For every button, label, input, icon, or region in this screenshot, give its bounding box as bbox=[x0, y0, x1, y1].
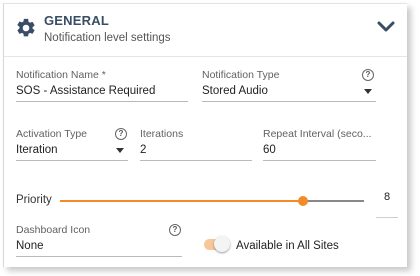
priority-slider-fill bbox=[60, 200, 304, 202]
section-title: GENERAL bbox=[44, 13, 109, 28]
dropdown-caret-icon bbox=[116, 148, 124, 153]
priority-label: Priority bbox=[16, 194, 52, 206]
priority-slider-thumb[interactable] bbox=[298, 196, 309, 206]
dashboard-icon-select[interactable]: None bbox=[16, 237, 182, 257]
available-all-sites-label: Available in All Sites bbox=[236, 240, 339, 252]
available-all-sites-toggle[interactable] bbox=[204, 236, 230, 252]
iterations-value: 2 bbox=[140, 144, 147, 156]
activation-type-help-icon[interactable]: ? bbox=[115, 128, 127, 140]
notification-type-select[interactable]: Stored Audio bbox=[202, 82, 376, 102]
section-header[interactable]: GENERAL Notification level settings bbox=[4, 4, 407, 57]
gear-icon bbox=[17, 18, 35, 37]
notification-name-value: SOS - Assistance Required bbox=[16, 85, 156, 97]
dashboard-icon-value: None bbox=[16, 240, 44, 252]
chevron-down-icon[interactable] bbox=[377, 21, 395, 33]
activation-type-select[interactable]: Iteration bbox=[16, 141, 128, 161]
notification-name-input[interactable]: SOS - Assistance Required bbox=[16, 82, 188, 102]
notification-type-help-icon[interactable]: ? bbox=[362, 69, 374, 81]
notification-name-label: Notification Name * bbox=[16, 69, 106, 81]
repeat-interval-input[interactable]: 60 bbox=[263, 141, 376, 161]
activation-type-label: Activation Type bbox=[16, 128, 88, 140]
repeat-interval-label: Repeat Interval (seco... bbox=[263, 128, 372, 140]
section-subtitle: Notification level settings bbox=[44, 32, 171, 44]
dashboard-icon-help-icon[interactable]: ? bbox=[169, 224, 181, 236]
iterations-label: Iterations bbox=[140, 128, 184, 140]
dropdown-caret-icon bbox=[364, 89, 372, 94]
dashboard-icon-label: Dashboard Icon bbox=[16, 224, 91, 236]
notification-type-value: Stored Audio bbox=[202, 85, 268, 97]
notification-type-label: Notification Type bbox=[202, 69, 280, 81]
general-settings-card: GENERAL Notification level settings Noti… bbox=[3, 3, 407, 267]
toggle-knob bbox=[214, 236, 230, 252]
activation-type-value: Iteration bbox=[16, 144, 58, 156]
iterations-input[interactable]: 2 bbox=[140, 141, 252, 161]
repeat-interval-value: 60 bbox=[263, 144, 276, 156]
priority-slider[interactable] bbox=[60, 196, 364, 206]
priority-value-input[interactable]: 8 bbox=[376, 190, 398, 218]
